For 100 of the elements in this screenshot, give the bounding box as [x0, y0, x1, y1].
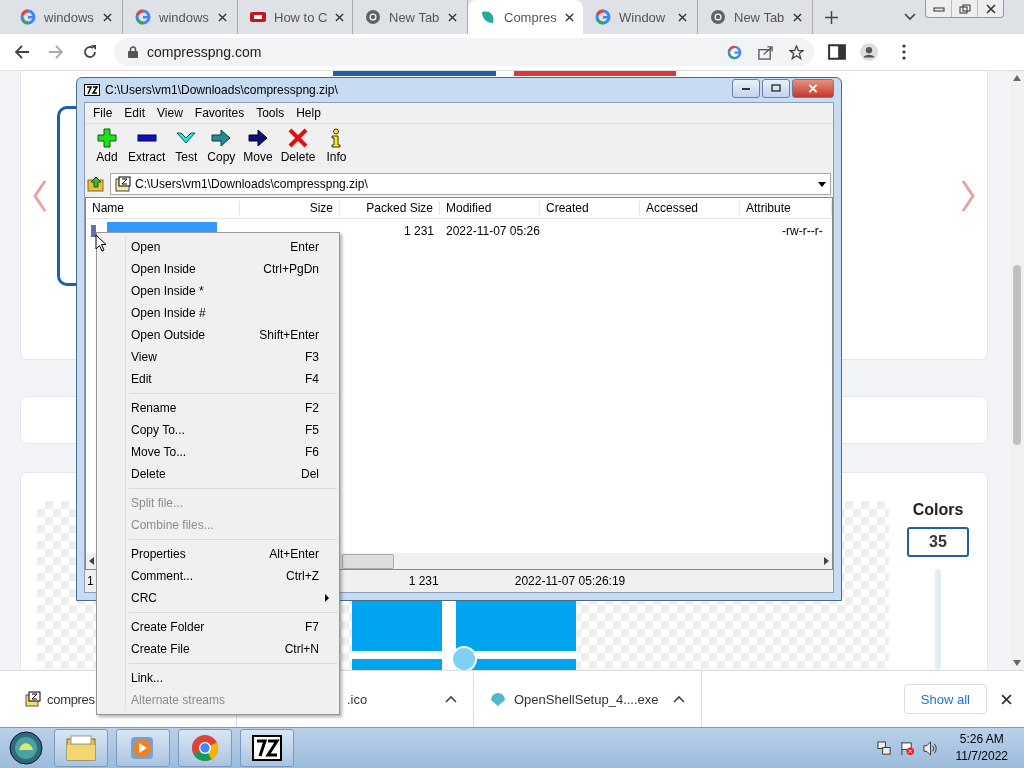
star-icon[interactable]: [789, 44, 804, 60]
chrome-icon: [190, 734, 220, 762]
google-icon: [135, 9, 151, 25]
menu-bar-item[interactable]: File: [87, 106, 119, 120]
chevron-up-icon[interactable]: [673, 695, 685, 704]
menu-item[interactable]: Delete Del: [97, 463, 339, 485]
folder-up-icon[interactable]: [87, 176, 105, 192]
close-icon[interactable]: [1001, 693, 1012, 705]
taskbar-app[interactable]: [240, 729, 294, 767]
toolbar-button[interactable]: Add: [90, 128, 124, 164]
start-button[interactable]: [9, 731, 43, 765]
shortcut-label: F6: [305, 445, 319, 459]
close-icon[interactable]: [678, 12, 687, 22]
shortcut-label: F5: [305, 423, 319, 437]
close-button[interactable]: [792, 78, 834, 98]
menu-item[interactable]: Open Inside *: [97, 280, 339, 302]
column-header[interactable]: Accessed: [640, 201, 740, 215]
menu-bar-item[interactable]: Favorites: [188, 106, 251, 120]
scroll-right-icon[interactable]: [824, 557, 829, 565]
menu-item[interactable]: Properties Alt+Enter: [97, 543, 339, 565]
column-header[interactable]: Packed Size: [340, 201, 440, 215]
column-header[interactable]: Name: [86, 201, 240, 215]
folder-icon: [66, 734, 96, 762]
toolbar-button[interactable]: Copy: [203, 128, 240, 164]
profile-icon[interactable]: [860, 43, 878, 61]
plus-icon[interactable]: [825, 10, 838, 24]
leaf-icon: [480, 9, 496, 25]
menu-item[interactable]: Open Inside #: [97, 302, 339, 324]
shortcut-label: Enter: [290, 240, 319, 254]
browser-tab[interactable]: Compres: [468, 0, 583, 34]
shortcut-label: Shift+Enter: [259, 328, 319, 342]
toolbar-button[interactable]: Info: [319, 128, 354, 164]
menu-item[interactable]: CRC: [97, 587, 339, 609]
dropdown-icon[interactable]: [818, 181, 826, 187]
toolbar-button[interactable]: Extract: [124, 128, 170, 164]
google-icon[interactable]: [727, 44, 742, 60]
clock-date: 11/7/2022: [955, 748, 1008, 765]
slider-track[interactable]: [935, 569, 941, 671]
scroll-up-icon[interactable]: [1013, 75, 1021, 81]
clock-time: 5:26 AM: [959, 731, 1004, 748]
submenu-arrow-icon: [325, 594, 329, 602]
menu-icon[interactable]: [902, 43, 906, 61]
shortcut-label: F7: [305, 620, 319, 634]
scroll-thumb[interactable]: [342, 553, 394, 569]
menu-item[interactable]: Move To... F6: [97, 441, 339, 463]
column-header[interactable]: Size: [240, 201, 340, 215]
scrollbar[interactable]: [1010, 71, 1024, 671]
address-field[interactable]: compresspng.com: [114, 38, 814, 66]
close-icon[interactable]: [103, 12, 112, 22]
menu-bar-item[interactable]: Tools: [250, 106, 291, 120]
path-field[interactable]: C:\Users\vm1\Downloads\compresspng.zip\: [110, 173, 831, 195]
menu-item[interactable]: Open Inside Ctrl+PgDn: [97, 258, 339, 280]
menu-item[interactable]: Rename F2: [97, 397, 339, 419]
network-icon[interactable]: [876, 740, 892, 756]
column-header[interactable]: Modified: [440, 201, 540, 215]
menu-item[interactable]: Edit F4: [97, 368, 339, 390]
toolbar-button[interactable]: Move: [239, 128, 277, 164]
close-icon[interactable]: [793, 12, 802, 22]
chevron-down-icon[interactable]: [904, 13, 916, 21]
menu-item[interactable]: Create File Ctrl+N: [97, 638, 339, 660]
chrome-icon: [710, 9, 726, 25]
menu-item[interactable]: Comment... Ctrl+Z: [97, 565, 339, 587]
back-icon[interactable]: [14, 44, 30, 60]
minimize-button[interactable]: [732, 78, 760, 98]
shortcut-label: Ctrl+N: [284, 642, 319, 656]
side-panel-icon[interactable]: [828, 43, 846, 61]
column-header[interactable]: Attribute: [740, 201, 832, 215]
file-icon: [91, 225, 96, 237]
close-icon: [808, 83, 818, 93]
menu-bar-item[interactable]: View: [151, 106, 189, 120]
close-icon[interactable]: [335, 12, 345, 22]
menu-item[interactable]: Copy To... F5: [97, 419, 339, 441]
app-logo-icon: [84, 84, 100, 96]
toolbar-button[interactable]: Test: [169, 128, 204, 164]
close-icon[interactable]: [448, 12, 457, 22]
shortcut-label: Del: [301, 467, 319, 481]
flag-icon[interactable]: [899, 740, 915, 756]
maximize-button[interactable]: [762, 78, 790, 98]
scroll-left-icon[interactable]: [89, 557, 94, 565]
scroll-down-icon[interactable]: [1013, 660, 1021, 667]
show-all-button[interactable]: Show all: [903, 684, 987, 715]
close-icon[interactable]: [564, 12, 574, 22]
menu-item[interactable]: View F3: [97, 346, 339, 368]
column-header[interactable]: Created: [540, 201, 640, 215]
share-icon[interactable]: [758, 44, 773, 60]
colors-label: Colors: [912, 501, 964, 519]
arrow-right-icon: [248, 128, 269, 148]
menu-item[interactable]: Create Folder F7: [97, 616, 339, 638]
close-icon: [985, 3, 996, 14]
speaker-icon[interactable]: [922, 740, 938, 756]
close-icon[interactable]: [218, 12, 227, 22]
colors-field[interactable]: 35: [907, 527, 969, 557]
menu-bar-item[interactable]: Help: [290, 106, 327, 120]
reload-icon[interactable]: [82, 44, 98, 60]
clock[interactable]: 5:26 AM 11/7/2022: [955, 731, 1008, 765]
menu-item[interactable]: Open Outside Shift+Enter: [97, 324, 339, 346]
chevron-up-icon[interactable]: [445, 695, 457, 704]
menu-bar-item[interactable]: Edit: [118, 106, 152, 120]
toolbar-button[interactable]: Delete: [276, 128, 320, 164]
scroll-thumb[interactable]: [1013, 265, 1021, 445]
